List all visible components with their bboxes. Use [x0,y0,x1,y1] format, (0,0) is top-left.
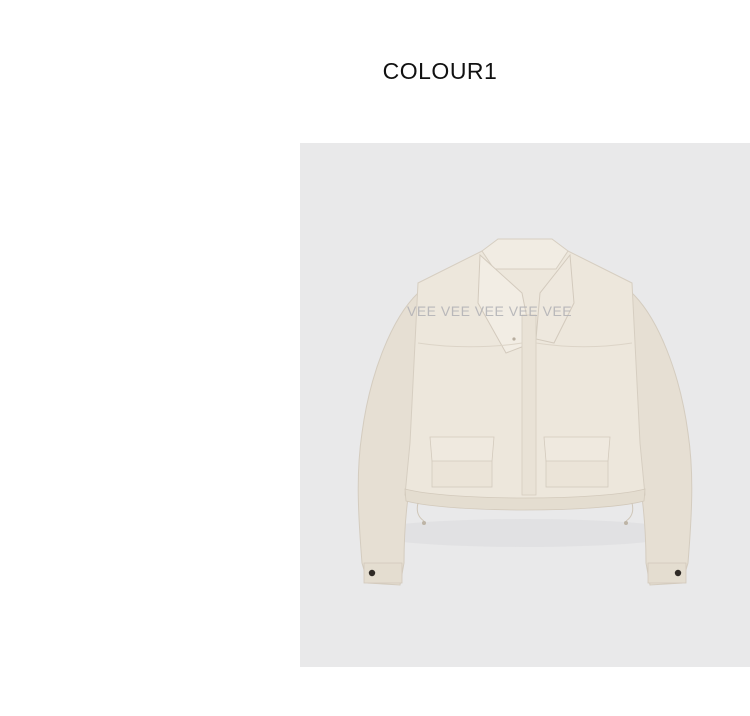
product-photo: VEE VEE VEE VEE VEE [300,143,750,667]
colour-heading: COLOUR1 [382,58,498,84]
watermark-text: VEE VEE VEE VEE VEE [407,303,573,319]
jacket-illustration [357,238,693,586]
